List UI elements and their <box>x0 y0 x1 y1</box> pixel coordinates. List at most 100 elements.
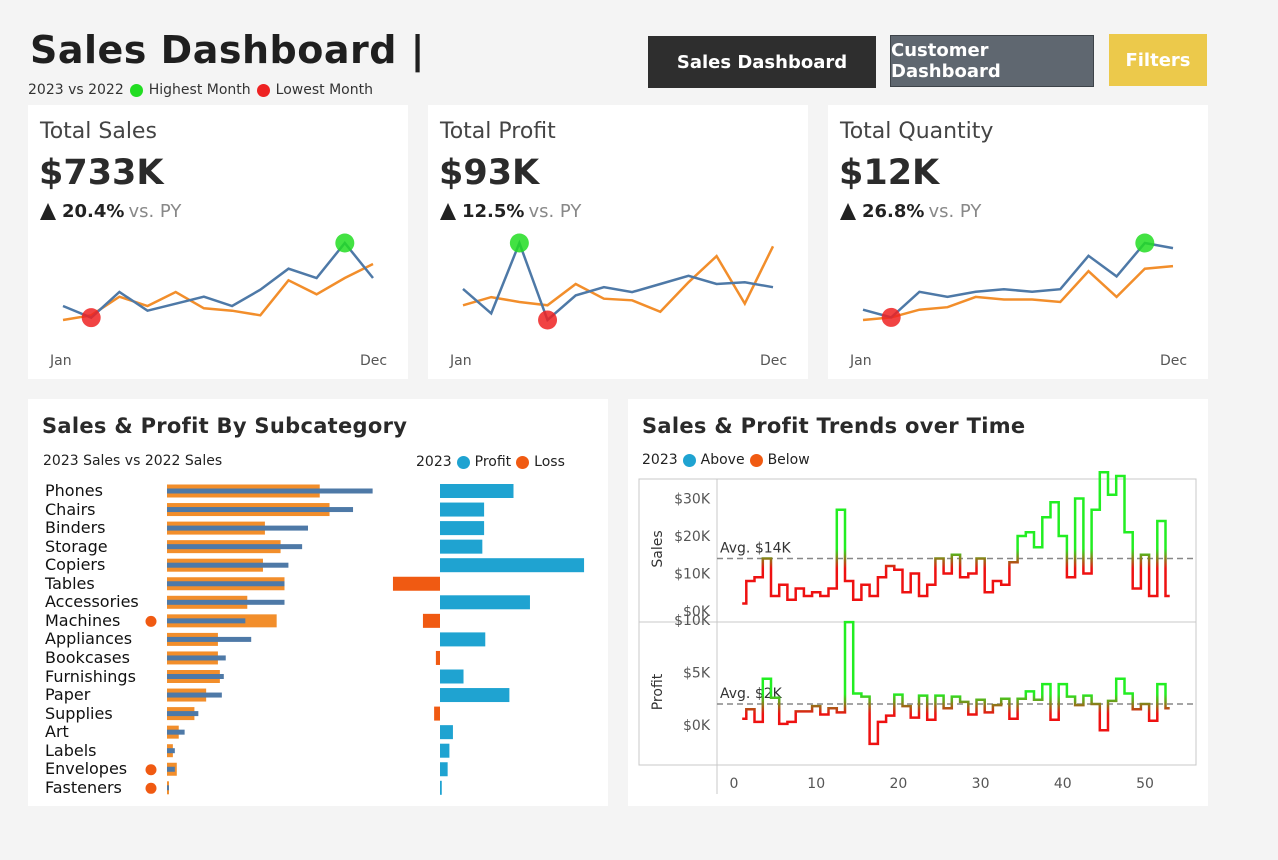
loss-marker-icon <box>145 782 157 794</box>
kpi-change: 12.5% vs. PY <box>440 201 581 222</box>
highest-month-marker <box>335 233 355 253</box>
kpi-change: 26.8% vs. PY <box>840 201 981 222</box>
highest-month-marker <box>1135 233 1155 253</box>
sales-average-label: Avg. $14K <box>720 541 792 557</box>
profit-bar <box>440 762 448 777</box>
current-year-sales-bar <box>167 748 175 754</box>
profit-bar <box>440 632 486 647</box>
page-title: Sales Dashboard | <box>30 28 426 72</box>
profit-bar <box>440 688 510 703</box>
profit-bar <box>392 576 440 591</box>
header-legend: 2023 vs 2022 Highest Month Lowest Month <box>28 82 373 98</box>
current-year-sales-bar <box>167 692 222 698</box>
current-year-sales-bar <box>167 636 252 642</box>
kpi-value: $733K <box>39 153 164 193</box>
profit-y-tick-label: $10K <box>674 613 711 629</box>
x-tick-label: 50 <box>1136 776 1154 792</box>
customer-dashboard-button[interactable]: Customer Dashboard <box>890 35 1094 87</box>
loss-marker-icon <box>145 615 157 627</box>
profit-bar <box>440 521 485 536</box>
x-tick-label: 40 <box>1054 776 1072 792</box>
loss-marker-icon <box>145 764 157 776</box>
sales-y-tick-label: $30K <box>674 492 711 508</box>
lowest-label: Lowest Month <box>275 82 373 98</box>
subcategory-card: Sales & Profit By Subcategory 2023 Sales… <box>28 399 608 806</box>
x-start-label: Jan <box>449 353 472 369</box>
x-tick-label: 10 <box>807 776 825 792</box>
kpi-change-vs: vs. PY <box>528 201 582 222</box>
current-year-sales-bar <box>167 544 303 550</box>
current-year-sales-bar <box>167 581 285 587</box>
kpi-value: $93K <box>439 153 540 193</box>
subcategory-bar-chart <box>145 484 585 795</box>
x-tick-label: 30 <box>972 776 990 792</box>
sales-dashboard-button[interactable]: Sales Dashboard <box>648 36 876 88</box>
current-year-sales-bar <box>167 655 226 661</box>
current-year-sales-bar <box>167 562 289 568</box>
highest-dot-icon <box>129 83 143 97</box>
kpi-change-pct: 26.8% <box>862 201 925 222</box>
profit-bar <box>440 484 514 498</box>
lowest-month-marker <box>81 308 101 328</box>
x-end-label: Dec <box>760 353 787 369</box>
kpi-change-vs: vs. PY <box>928 201 982 222</box>
x-start-label: Jan <box>849 353 872 369</box>
x-start-label: Jan <box>49 353 72 369</box>
x-tick-label: 0 <box>730 776 739 792</box>
lowest-month-marker <box>538 310 558 330</box>
profit-bar <box>440 669 464 684</box>
current-year-sales-bar <box>167 785 169 791</box>
current-year-sales-bar <box>167 525 308 531</box>
lowest-dot-icon <box>256 83 270 97</box>
kpi-card-quantity: Total Quantity $12K 26.8% vs. PY Jan Dec <box>828 105 1208 379</box>
profit-bar <box>440 502 485 517</box>
sparkline-chart: Jan Dec <box>449 233 787 369</box>
highest-month-marker <box>509 233 529 253</box>
current-year-line <box>862 241 1174 319</box>
sparkline-chart: Jan Dec <box>49 233 387 369</box>
kpi-value: $12K <box>839 153 940 193</box>
profit-y-tick-label: $5K <box>683 666 711 682</box>
sales-y-tick-label: $10K <box>674 567 711 583</box>
profit-bar <box>440 595 530 610</box>
kpi-change: 20.4% vs. PY <box>40 201 181 222</box>
profit-bar <box>440 725 453 740</box>
profit-bar <box>435 650 440 665</box>
sales-axis-label: Sales <box>650 530 666 567</box>
profit-bar <box>440 780 442 795</box>
up-arrow-icon <box>40 203 56 220</box>
current-year-sales-bar <box>167 674 224 679</box>
kpi-card-profit: Total Profit $93K 12.5% vs. PY Jan Dec <box>428 105 808 379</box>
kpi-change-pct: 20.4% <box>62 201 125 222</box>
current-year-sales-bar <box>167 507 354 513</box>
profit-y-tick-label: $0K <box>683 718 711 734</box>
trends-step-chart: $0K$10K$20K$30K$0K$5K$10K0 10 20 30 40 50Sale… <box>638 471 1197 794</box>
current-year-sales-bar <box>167 599 285 605</box>
sales-y-tick-label: $20K <box>674 529 711 545</box>
profit-bar <box>434 706 440 721</box>
lowest-month-marker <box>881 307 901 327</box>
current-year-sales-bar <box>167 618 246 624</box>
current-year-sales-bar <box>167 711 199 717</box>
current-year-line <box>62 241 374 320</box>
compare-label: 2023 vs 2022 <box>28 82 124 98</box>
profit-bar <box>440 743 450 758</box>
x-tick-label: 20 <box>889 776 907 792</box>
prior-year-line <box>62 262 374 322</box>
current-year-sales-bar <box>167 729 185 735</box>
profit-bar <box>440 558 585 573</box>
prior-year-line <box>862 264 1174 322</box>
filters-button[interactable]: Filters <box>1109 34 1207 86</box>
prior-year-line <box>462 245 775 314</box>
highest-label: Highest Month <box>148 82 251 98</box>
kpi-title: Total Quantity <box>840 119 994 144</box>
profit-step-line <box>742 620 1170 746</box>
kpi-title: Total Sales <box>40 119 157 144</box>
x-end-label: Dec <box>1160 353 1187 369</box>
sales-step-line <box>742 471 1170 605</box>
current-year-sales-bar <box>167 766 175 772</box>
profit-bar <box>440 539 483 554</box>
kpi-change-vs: vs. PY <box>128 201 182 222</box>
up-arrow-icon <box>440 203 456 220</box>
profit-average-label: Avg. $2K <box>720 686 783 702</box>
